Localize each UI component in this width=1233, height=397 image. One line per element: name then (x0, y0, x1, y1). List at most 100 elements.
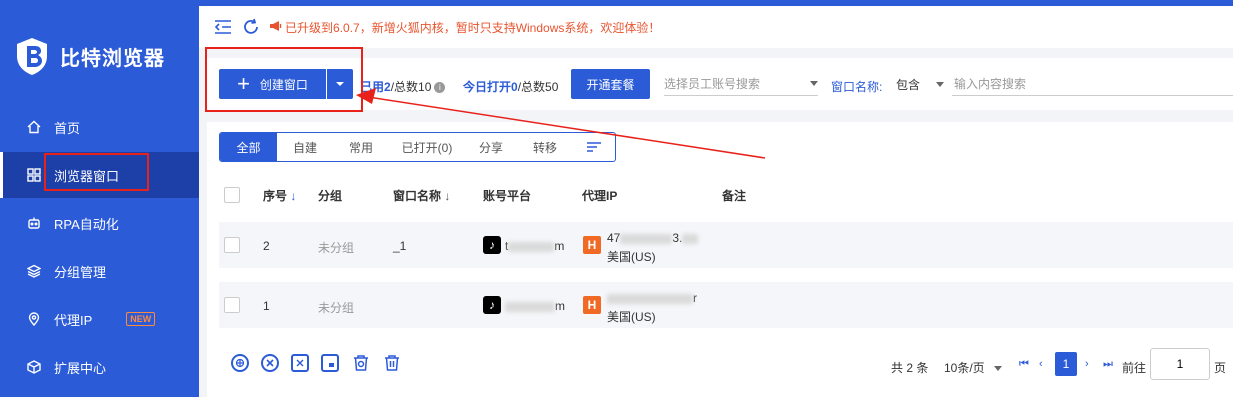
bulk-open-icon[interactable] (231, 354, 249, 372)
collapse-menu-icon[interactable] (213, 17, 233, 37)
sidebar-item-label: 分组管理 (54, 264, 107, 280)
row-checkbox[interactable] (224, 297, 240, 313)
sidebar-item-groups[interactable]: 分组管理 (0, 248, 199, 294)
table-row[interactable]: 2 未分组 _1 ♪ tm H 47 3. 美国(US) (219, 222, 1233, 268)
brand-name: 比特浏览器 (60, 47, 165, 70)
pagination-total: 共 2 条 (891, 361, 929, 375)
cube-icon (26, 359, 42, 375)
col-note-header: 备注 (722, 189, 747, 203)
tiktok-icon: ♪ (483, 296, 501, 314)
location-pin-icon (26, 311, 42, 327)
row-group: 未分组 (318, 301, 355, 315)
row-platform-account: tm (505, 239, 565, 253)
sort-filter-icon[interactable] (573, 133, 615, 161)
open-plan-button[interactable]: 开通套餐 (571, 69, 650, 99)
notice-text: 已升级到6.0.7，新增火狐内核，暂时只支持Windows系统，欢迎体验！ (285, 20, 661, 35)
grid-icon (26, 167, 42, 183)
sidebar-item-label: 扩展中心 (54, 360, 107, 376)
match-mode-value: 包含 (896, 77, 921, 92)
row-group: 未分组 (318, 241, 355, 255)
select-all-checkbox[interactable] (224, 187, 240, 203)
open-plan-label: 开通套餐 (586, 77, 635, 92)
goto-page-input[interactable] (1150, 348, 1210, 380)
sidebar-item-extensions[interactable]: 扩展中心 (0, 344, 199, 390)
row-checkbox[interactable] (224, 237, 240, 253)
tab-transfer[interactable]: 转移 (517, 133, 573, 161)
annotation-highlight-sidebar (44, 153, 149, 191)
used-total: /总数10 (390, 80, 432, 94)
trash-icon[interactable] (383, 354, 401, 372)
first-page-icon[interactable]: ⏮ (1019, 358, 1029, 371)
top-bar: 已升级到6.0.7，新增火狐内核，暂时只支持Windows系统，欢迎体验！ (199, 6, 1233, 48)
window-name-label: 窗口名称: (831, 80, 883, 94)
tab-self-created[interactable]: 自建 (277, 133, 333, 161)
redacted-blur (620, 233, 673, 244)
layers-icon (26, 263, 42, 279)
tab-opened[interactable]: 已打开(0) (389, 133, 465, 161)
redacted-blur (682, 233, 699, 244)
sort-down-icon: ↓ (444, 189, 451, 203)
row-index: 2 (263, 239, 270, 253)
sidebar-item-rpa[interactable]: RPA自动化 (0, 200, 199, 246)
sidebar-item-label: RPA自动化 (54, 216, 119, 232)
row-proxy-region: 美国(US) (607, 250, 656, 264)
tiktok-icon: ♪ (483, 236, 501, 254)
brand-logo-icon (17, 38, 47, 75)
bulk-close-window-icon[interactable] (291, 354, 309, 372)
row-platform-account: m (505, 299, 565, 313)
tab-common[interactable]: 常用 (333, 133, 389, 161)
sidebar: 比特浏览器 首页 浏览器窗口 RPA自动化 分组管理 代理IP NEW 扩展中心 (0, 0, 199, 397)
window-list-panel: 全部 自建 常用 已打开(0) 分享 转移 序号 ↓ 分组 窗口名称 ↓ 账号平… (207, 122, 1233, 397)
proxy-type-badge: H (583, 296, 601, 314)
caret-down-icon (810, 81, 818, 86)
table-row[interactable]: 1 未分组 ♪ m H r 美国(US) (219, 282, 1233, 328)
home-icon (26, 119, 42, 135)
row-proxy-ip: 47 3. (607, 231, 699, 245)
page-size-select[interactable]: 10条/页 (944, 359, 1003, 376)
sidebar-item-label: 首页 (54, 120, 81, 136)
row-proxy-region: 美国(US) (607, 310, 656, 324)
last-page-icon[interactable]: ⏭ (1103, 358, 1113, 371)
redacted-blur (505, 301, 555, 312)
new-badge: NEW (126, 312, 156, 326)
bulk-minimize-icon[interactable] (321, 354, 339, 372)
update-notice: 已升级到6.0.7，新增火狐内核，暂时只支持Windows系统，欢迎体验！ (269, 19, 660, 36)
page-number-current[interactable]: 1 (1055, 352, 1077, 376)
robot-icon (26, 215, 42, 231)
tab-shared[interactable]: 分享 (465, 133, 517, 161)
proxy-type-badge: H (583, 236, 601, 254)
daily-open-stat: 今日打开0/总数50 (463, 78, 558, 95)
megaphone-icon (269, 20, 282, 35)
redacted-blur (607, 293, 693, 304)
row-window-name[interactable]: _1 (393, 239, 406, 253)
caret-down-icon (936, 81, 944, 87)
opened-total: /总数50 (517, 80, 559, 94)
sort-down-icon: ↓ (290, 189, 297, 203)
sidebar-item-home[interactable]: 首页 (0, 104, 199, 150)
info-icon[interactable]: i (434, 82, 446, 94)
sidebar-item-proxy-ip[interactable]: 代理IP NEW (0, 296, 199, 342)
clear-cache-icon[interactable] (352, 354, 370, 372)
sidebar-item-label: 代理IP (54, 312, 93, 328)
refresh-icon[interactable] (241, 17, 261, 37)
bulk-close-icon[interactable] (261, 354, 279, 372)
next-page-icon[interactable]: › (1085, 358, 1089, 370)
col-index-header[interactable]: 序号 ↓ (263, 187, 296, 204)
match-mode-select[interactable]: 包含 (896, 72, 944, 96)
window-usage-stat: 已用2/总数10 i (360, 78, 446, 95)
row-proxy-ip: r (607, 291, 697, 305)
col-name-header[interactable]: 窗口名称 ↓ (393, 187, 450, 204)
opened-prefix: 今日打开 (463, 80, 512, 94)
col-platform-header: 账号平台 (483, 189, 532, 203)
redacted-blur (508, 241, 555, 252)
staff-account-select[interactable]: 选择员工账号搜索 (664, 72, 818, 96)
used-count: 2 (384, 80, 391, 94)
search-input[interactable] (952, 72, 1233, 96)
col-group-header: 分组 (318, 189, 343, 203)
col-proxy-header: 代理IP (582, 189, 618, 203)
tab-all[interactable]: 全部 (220, 133, 277, 161)
row-index: 1 (263, 299, 270, 313)
caret-down-icon (994, 366, 1003, 372)
opened-count: 0 (511, 80, 518, 94)
prev-page-icon[interactable]: ‹ (1039, 358, 1043, 370)
